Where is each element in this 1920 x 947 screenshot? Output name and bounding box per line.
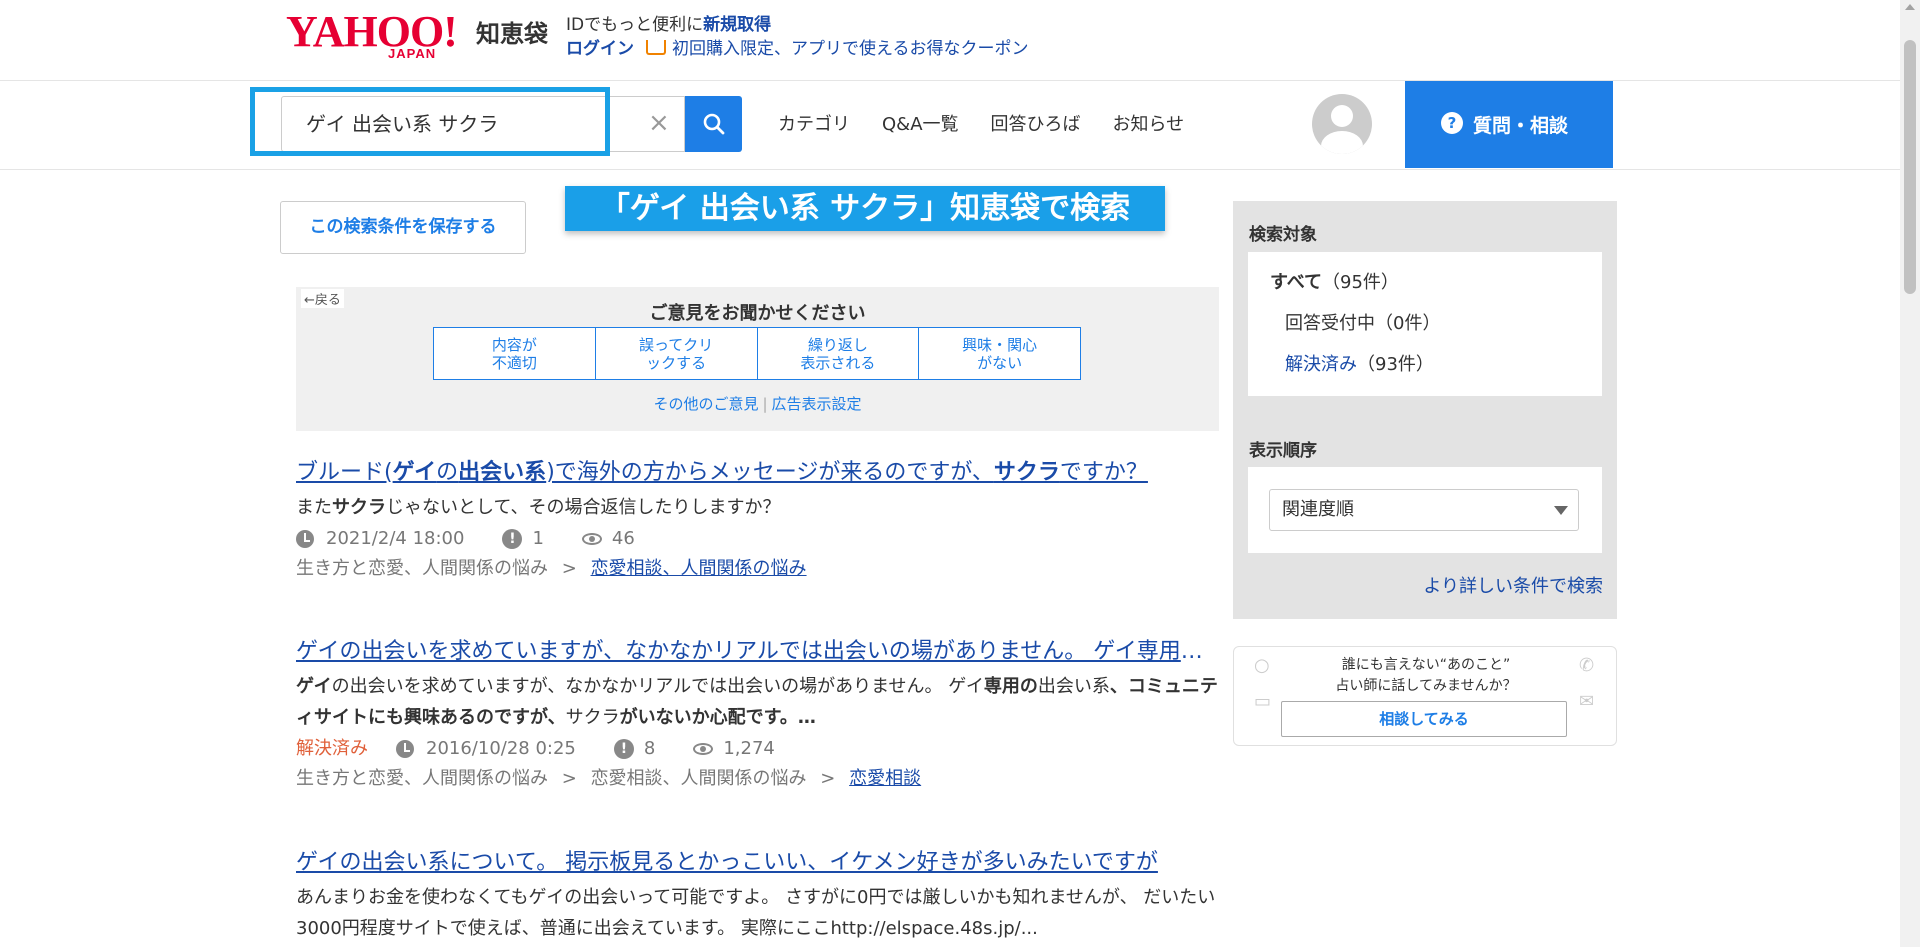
category-link[interactable]: 恋愛相談 <box>849 768 921 789</box>
feedback-option-repeated[interactable]: 繰り返し 表示される <box>758 328 920 379</box>
clock-icon <box>296 530 314 548</box>
result-answers: 8 <box>643 738 656 759</box>
result-views: 46 <box>611 528 635 549</box>
search-highlight-frame <box>250 87 610 156</box>
logo-japan-text: JAPAN <box>388 46 437 61</box>
ask-question-button[interactable]: ? 質問・相談 <box>1405 81 1613 168</box>
sort-order-select[interactable]: 関連度順 <box>1269 489 1579 531</box>
yahoo-chiebukuro-logo[interactable]: YAHOO! JAPAN 知恵袋 <box>286 10 556 62</box>
login-promo: ログイン 初回購入限定、アプリで使えるお得なクーポン <box>566 34 1029 59</box>
order-panel: 関連度順 <box>1248 467 1602 553</box>
fortune-line-2: 占い師に話してみませんか？ <box>1335 678 1517 694</box>
result-item-3: ゲイの出会い系について。 掲示板見るとかっこいい、イケメン好きが多いみたいですが… <box>296 848 1218 944</box>
result-item-1: ブルード(ゲイの出会い系)で海外の方からメッセージが来るのですが、サクラですか？… <box>296 458 1218 583</box>
views-icon <box>693 743 714 755</box>
page-scrollbar[interactable] <box>1900 0 1920 947</box>
ask-question-label: 質問・相談 <box>1473 115 1569 137</box>
result-answers: 1 <box>532 528 544 549</box>
result-item-2: ゲイの出会いを求めていますが、なかなかリアルでは出会いの場がありません。 ゲイ専… <box>296 637 1218 793</box>
result-snippet-2: ゲイの出会いを求めていますが、なかなかリアルでは出会いの場がありません。 ゲイ専… <box>296 676 1218 728</box>
clear-search-icon[interactable]: × <box>648 108 670 138</box>
result-meta-1: 2021/2/4 18:00 ! 1 46 <box>296 525 1218 553</box>
feedback-title: ご意見をお聞かせください <box>649 303 866 324</box>
scroll-up-arrow-icon[interactable] <box>1905 4 1915 10</box>
target-all[interactable]: すべて（95件） <box>1270 268 1399 294</box>
answers-icon: ! <box>613 739 634 759</box>
save-search-condition-button[interactable]: この検索条件を保存する <box>280 201 526 254</box>
result-title-2[interactable]: ゲイの出会いを求めていますが、なかなかリアルでは出会いの場がありません。 ゲイ専… <box>296 637 1218 667</box>
ad-feedback-box: ←戻る ご意見をお聞かせください 内容が 不適切 誤ってクリ ックする 繰り返し… <box>296 287 1219 431</box>
fortune-line-1: 誰にも言えない“あのこと” <box>1341 657 1511 673</box>
category-separator: > <box>820 768 836 789</box>
views-icon <box>581 533 602 545</box>
result-date: 2021/2/4 18:00 <box>326 528 465 549</box>
signup-link[interactable]: 新規取得 <box>703 15 771 35</box>
ad-settings-link[interactable]: 広告表示設定 <box>772 395 862 413</box>
nav-links: カテゴリ Q&A一覧 回答ひろば お知らせ <box>778 110 1216 136</box>
answers-icon: ! <box>502 529 523 549</box>
search-button[interactable] <box>685 96 742 152</box>
result-meta-2: 解決済み 2016/10/28 0:25 ! 8 1,274 <box>296 735 1218 763</box>
result-title-3[interactable]: ゲイの出会い系について。 掲示板見るとかっこいい、イケメン好きが多いみたいですが <box>296 848 1218 878</box>
target-open[interactable]: 回答受付中（0件） <box>1285 309 1440 335</box>
fortune-consult-button[interactable]: 相談してみる <box>1281 701 1567 737</box>
avatar-body <box>1321 131 1363 154</box>
logo-service-name: 知恵袋 <box>476 20 548 48</box>
coupon-link[interactable]: 初回購入限定、アプリで使えるお得なクーポン <box>672 39 1029 59</box>
category-separator: > <box>561 558 577 579</box>
id-promo: IDでもっと便利に新規取得 <box>566 10 771 35</box>
category-separator: > <box>561 768 577 789</box>
result-title-1[interactable]: ブルード(ゲイの出会い系)で海外の方からメッセージが来るのですが、サクラですか？ <box>296 458 1218 488</box>
login-link[interactable]: ログイン <box>566 39 634 59</box>
feedback-option-inappropriate[interactable]: 内容が 不適切 <box>434 328 596 379</box>
id-promo-text: IDでもっと便利に <box>566 15 704 35</box>
target-heading: 検索対象 <box>1249 225 1317 245</box>
result-snippet-1: またサクラじゃないとして、その場合返信したりしますか？ <box>296 497 781 518</box>
search-filter-sidebar: 検索対象 すべて（95件） 回答受付中（0件） 解決済み（93件） 表示順序 関… <box>1233 201 1617 619</box>
feedback-option-misclick[interactable]: 誤ってクリ ックする <box>596 328 758 379</box>
category-path: 生き方と恋愛、人間関係の悩み <box>296 768 548 789</box>
category-path: 生き方と恋愛、人間関係の悩み <box>296 558 548 579</box>
cart-icon <box>646 40 666 55</box>
search-banner[interactable]: 「ゲイ 出会い系 サクラ」知恵袋で検索 <box>565 186 1165 231</box>
question-icon: ? <box>1441 112 1463 134</box>
target-solved[interactable]: 解決済み（93件） <box>1285 350 1434 376</box>
nav-news[interactable]: お知らせ <box>1113 110 1185 136</box>
result-date: 2016/10/28 0:25 <box>426 738 576 759</box>
avatar[interactable] <box>1312 94 1372 154</box>
advanced-search-link[interactable]: より詳しい条件で検索 <box>1423 572 1603 598</box>
scrollbar-thumb[interactable] <box>1904 40 1916 294</box>
feedback-other-link[interactable]: その他のご意見 <box>653 395 758 413</box>
category-path-2: 恋愛相談、人間関係の悩み <box>590 768 807 789</box>
nav-qa-list[interactable]: Q&A一覧 <box>882 110 959 136</box>
result-snippet-3: あんまりお金を使わなくてもゲイの出会いって可能ですよ。 さすがに0円では厳しいか… <box>296 887 1216 939</box>
nav-answer-plaza[interactable]: 回答ひろば <box>991 110 1081 136</box>
target-panel: すべて（95件） 回答受付中（0件） 解決済み（93件） <box>1248 252 1602 396</box>
feedback-options: 内容が 不適切 誤ってクリ ックする 繰り返し 表示される 興味・関心 がない <box>433 327 1081 380</box>
sort-order-value: 関連度順 <box>1282 499 1354 520</box>
avatar-head <box>1331 105 1353 127</box>
clock-icon <box>396 740 414 758</box>
result-category-2: 生き方と恋愛、人間関係の悩み > 恋愛相談、人間関係の悩み > 恋愛相談 <box>296 765 1218 793</box>
feedback-option-not-interested[interactable]: 興味・関心 がない <box>919 328 1080 379</box>
fortune-consult-box: ○ ▭ ✆ ✉ 誰にも言えない“あのこと” 占い師に話してみませんか？ 相談して… <box>1233 646 1617 746</box>
category-link[interactable]: 恋愛相談、人間関係の悩み <box>591 558 807 579</box>
result-views: 1,274 <box>723 738 775 759</box>
result-category-1: 生き方と恋愛、人間関係の悩み > 恋愛相談、人間関係の悩み <box>296 555 1218 583</box>
dropdown-arrow-icon <box>1554 506 1568 515</box>
nav-category[interactable]: カテゴリ <box>778 110 850 136</box>
search-icon <box>703 113 725 135</box>
solved-badge: 解決済み <box>296 738 368 759</box>
feedback-links: その他のご意見 | 広告表示設定 <box>653 395 862 413</box>
order-heading: 表示順序 <box>1249 441 1317 461</box>
